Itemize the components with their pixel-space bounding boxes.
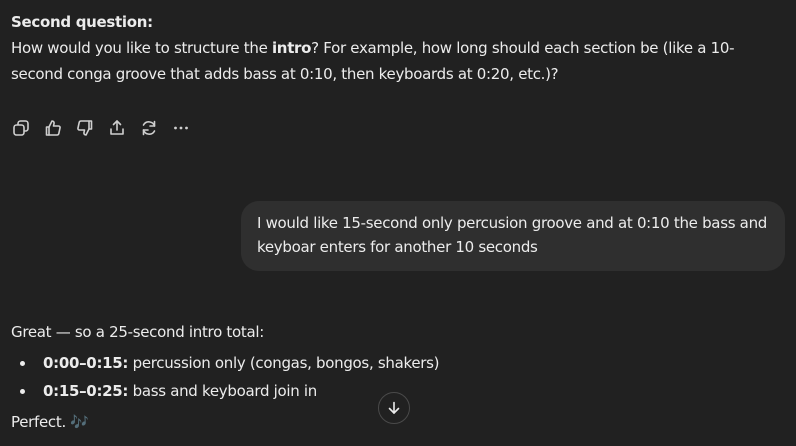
more-icon (174, 126, 188, 130)
regenerate-icon (142, 120, 156, 136)
list-item: 0:00–0:15: percussion only (congas, bong… (11, 349, 781, 377)
scroll-to-bottom-button[interactable] (378, 392, 410, 424)
question-heading: Second question: (11, 13, 153, 31)
thumbs-down-button[interactable] (76, 118, 108, 138)
message-action-bar (12, 118, 204, 138)
question-text: How would you like to structure the intr… (11, 39, 735, 83)
copy-button[interactable] (12, 118, 44, 138)
time-range: 0:00–0:15: (43, 354, 129, 372)
music-notes-emoji: 🎶 (70, 413, 89, 431)
share-icon (110, 120, 124, 135)
user-message-bubble: I would like 15-second only percusion gr… (241, 201, 785, 271)
arrow-down-icon (388, 401, 400, 414)
chat-thread: Second question: How would you like to s… (0, 0, 796, 446)
share-button[interactable] (108, 118, 140, 138)
regenerate-button[interactable] (140, 118, 172, 138)
time-range: 0:15–0:25: (43, 382, 129, 400)
assistant-message: Second question: How would you like to s… (11, 9, 781, 87)
thumbs-up-button[interactable] (44, 118, 76, 138)
thumbs-down-icon (77, 120, 93, 136)
intro-bold: intro (271, 39, 312, 57)
copy-icon (13, 120, 29, 136)
user-message-text: I would like 15-second only percusion gr… (257, 214, 768, 256)
more-button[interactable] (172, 118, 204, 138)
reply-intro: Great — so a 25-second intro total: (11, 323, 264, 341)
thumbs-up-icon (45, 120, 61, 136)
